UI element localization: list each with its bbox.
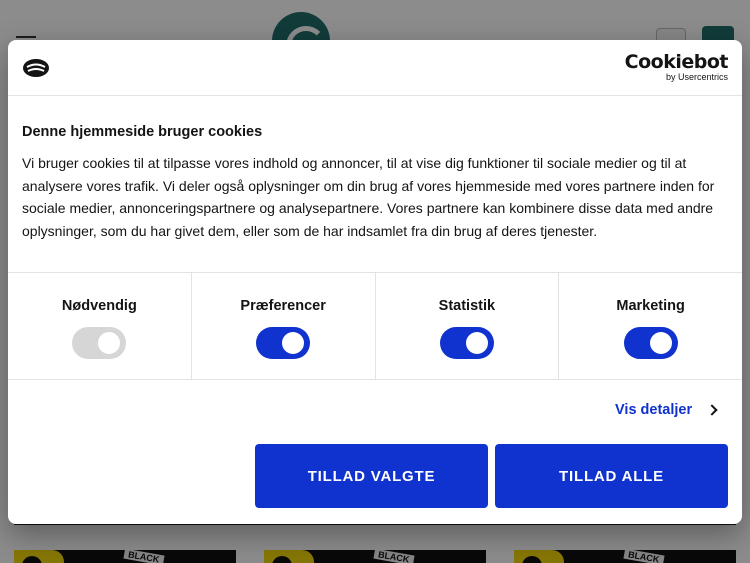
usercentrics-icon bbox=[23, 59, 49, 77]
allow-all-button[interactable]: TILLAD ALLE bbox=[495, 444, 728, 508]
marketing-toggle[interactable] bbox=[623, 327, 678, 359]
allow-selected-button[interactable]: TILLAD VALGTE bbox=[255, 444, 488, 508]
category-label: Marketing bbox=[616, 298, 685, 314]
cookiebot-logo-sub: by Usercentrics bbox=[665, 72, 728, 82]
necessary-toggle bbox=[72, 327, 127, 359]
cookiebot-logo-name: Cookiebot bbox=[624, 51, 729, 73]
category-label: Nødvendig bbox=[61, 298, 137, 314]
category-necessary: Nødvendig bbox=[8, 273, 192, 379]
dialog-description: Vi bruger cookies til at tilpasse vores … bbox=[22, 155, 715, 239]
dialog-header: Cookiebot by Usercentrics bbox=[8, 40, 742, 96]
dialog-body: Denne hjemmeside bruger cookies Vi bruge… bbox=[22, 124, 730, 242]
category-marketing: Marketing bbox=[559, 273, 742, 379]
category-statistics: Statistik bbox=[376, 273, 560, 379]
statistics-toggle[interactable] bbox=[439, 327, 494, 359]
category-preferences: Præferencer bbox=[192, 273, 376, 379]
consent-categories: Nødvendig Præferencer Statistik Marketin… bbox=[8, 272, 742, 380]
show-details-label: Vis detaljer bbox=[615, 402, 693, 418]
category-label: Præferencer bbox=[240, 298, 326, 314]
category-label: Statistik bbox=[438, 298, 496, 314]
chevron-right-icon bbox=[706, 404, 718, 416]
preferences-toggle[interactable] bbox=[256, 327, 311, 359]
show-details-link[interactable]: Vis detaljer bbox=[615, 402, 718, 418]
dialog-title: Denne hjemmeside bruger cookies bbox=[22, 124, 263, 140]
cookie-consent-dialog: Cookiebot by Usercentrics Denne hjemmesi… bbox=[8, 40, 742, 524]
cookiebot-logo[interactable]: Cookiebot by Usercentrics bbox=[624, 51, 729, 82]
